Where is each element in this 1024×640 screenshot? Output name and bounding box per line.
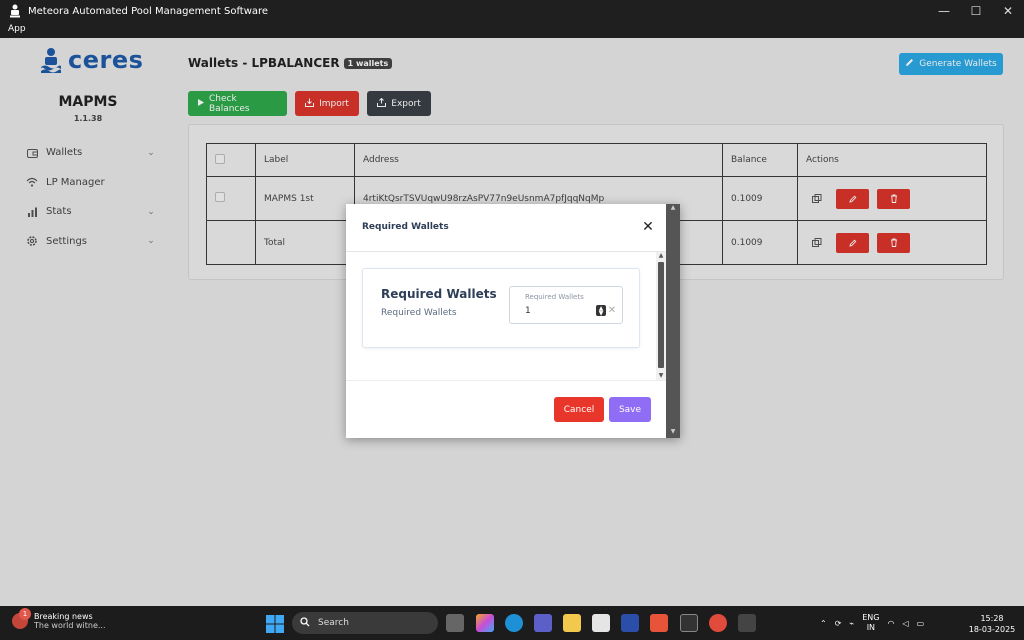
taskbar-search[interactable]: Search — [292, 612, 438, 634]
scroll-down-arrow[interactable]: ▼ — [656, 372, 666, 380]
window-titlebar: Meteora Automated Pool Management Softwa… — [0, 0, 1024, 22]
brave-icon[interactable] — [650, 614, 668, 632]
maximize-button[interactable]: ☐ — [960, 0, 992, 22]
news-title: Breaking news — [34, 612, 93, 621]
clock-time: 15:28 — [980, 614, 1004, 623]
save-button[interactable]: Save — [609, 397, 651, 422]
menu-app[interactable]: App — [8, 24, 26, 34]
window-title: Meteora Automated Pool Management Softwa… — [28, 5, 269, 17]
wifi-icon[interactable]: ◠ — [887, 619, 894, 628]
modal-body-scrollbar[interactable]: ▲ ▼ — [656, 252, 666, 380]
news-subtitle: The world witne... — [34, 621, 106, 630]
network-off-icon[interactable]: ⌁ — [849, 619, 854, 628]
news-count-badge: 1 — [19, 608, 31, 620]
card-subtitle: Required Wallets — [381, 308, 457, 318]
news-icon: 1 — [12, 608, 31, 629]
scroll-down-arrow[interactable]: ▼ — [666, 428, 680, 438]
vscode-like-icon[interactable] — [621, 614, 639, 632]
battery-icon[interactable]: ▭ — [917, 619, 925, 628]
language-code: ENG — [862, 613, 880, 622]
sync-icon[interactable]: ⟳ — [835, 619, 842, 628]
region-code: IN — [866, 623, 876, 632]
cancel-button[interactable]: Cancel — [554, 397, 604, 422]
required-wallets-card: Required Wallets Required Wallets Requir… — [362, 268, 640, 348]
app-icon — [8, 4, 22, 18]
system-tray: ⌃ ⟳ ⌁ ENG IN ◠ ◁ ▭ — [820, 606, 924, 640]
scrollbar-thumb[interactable] — [658, 262, 664, 368]
number-stepper-icon[interactable]: ▲ ▼ — [596, 305, 606, 316]
required-wallets-field[interactable]: Required Wallets 1 ▲ ▼ ✕ — [509, 286, 623, 324]
menu-bar: App — [0, 22, 1024, 38]
chevron-up-icon[interactable]: ⌃ — [820, 619, 827, 628]
required-wallets-modal: Required Wallets ✕ Required Wallets Requ… — [346, 204, 680, 438]
required-wallets-input[interactable]: 1 — [525, 306, 531, 316]
card-title: Required Wallets — [381, 287, 497, 301]
clock-date: 18-03-2025 — [968, 625, 1016, 634]
volume-icon[interactable]: ◁ — [902, 619, 908, 628]
news-widget[interactable]: 1 Breaking news The world witne... — [12, 608, 106, 630]
teams-icon[interactable] — [534, 614, 552, 632]
modal-footer: Cancel Save — [346, 380, 666, 438]
edge-icon[interactable] — [505, 614, 523, 632]
windows-start-icon[interactable] — [266, 615, 284, 633]
scroll-up-arrow[interactable]: ▲ — [666, 204, 680, 214]
file-explorer-icon[interactable] — [563, 614, 581, 632]
task-view-icon[interactable] — [446, 614, 464, 632]
copilot-icon[interactable] — [476, 614, 494, 632]
clear-field-icon[interactable]: ✕ — [607, 303, 617, 317]
ceres-app-icon[interactable] — [738, 614, 756, 632]
modal-close-button[interactable]: ✕ — [640, 219, 656, 235]
modal-header: Required Wallets ✕ — [346, 204, 666, 252]
store-icon[interactable] — [592, 614, 610, 632]
terminal-icon[interactable] — [680, 614, 698, 632]
scroll-up-arrow[interactable]: ▲ — [656, 252, 666, 260]
search-placeholder: Search — [318, 618, 349, 628]
search-icon — [300, 616, 310, 630]
close-window-button[interactable]: ✕ — [992, 0, 1024, 22]
taskbar-clock[interactable]: 15:28 18-03-2025 — [968, 613, 1016, 635]
modal-title: Required Wallets — [362, 222, 449, 232]
language-indicator[interactable]: ENG IN — [862, 613, 879, 633]
chrome-icon[interactable] — [709, 614, 727, 632]
modal-outer-scrollbar[interactable]: ▲ ▼ — [666, 204, 680, 438]
modal-body: Required Wallets Required Wallets Requir… — [346, 252, 656, 380]
windows-taskbar: 1 Breaking news The world witne... Searc… — [0, 606, 1024, 640]
field-label: Required Wallets — [525, 293, 584, 301]
minimize-button[interactable]: — — [928, 0, 960, 22]
